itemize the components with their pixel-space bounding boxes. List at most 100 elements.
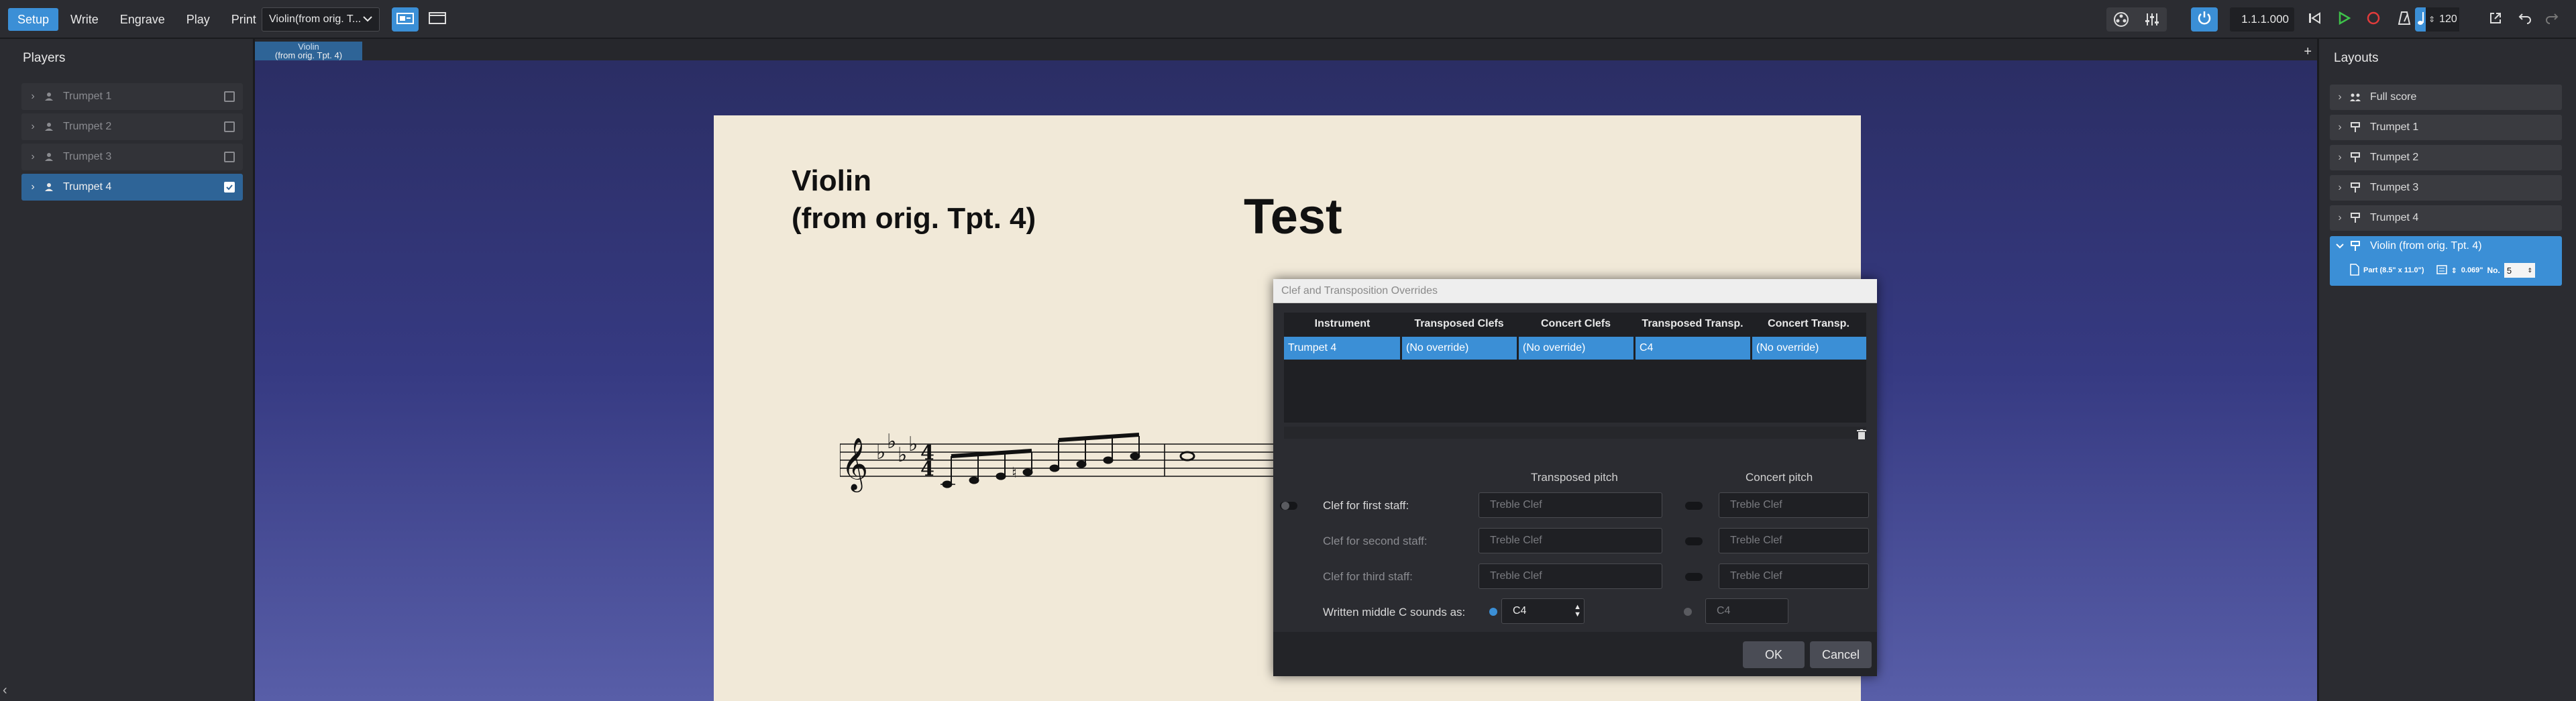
table-cell[interactable]: (No override) [1519, 337, 1635, 360]
chevron-right-icon[interactable]: › [25, 151, 40, 163]
time-signature: 44 [920, 441, 934, 481]
layout-row-trumpet-1[interactable]: › Trumpet 1 [2330, 115, 2562, 140]
layout-row-violin-expanded[interactable]: Violin (from orig. Tpt. 4) Part (8.5" x … [2330, 236, 2562, 286]
player-row-trumpet-4[interactable]: › Trumpet 4 [21, 174, 243, 201]
player-row-trumpet-1[interactable]: › Trumpet 1 [21, 83, 243, 110]
table-cell[interactable]: (No override) [1402, 337, 1519, 360]
table-cell[interactable]: C4 [1635, 337, 1752, 360]
person-icon [40, 152, 58, 162]
note-icon [2417, 11, 2425, 29]
mode-tab-engrave[interactable]: Engrave [111, 8, 174, 31]
clef-second-staff-concert-select[interactable]: Treble Clef [1719, 528, 1869, 553]
player-checkbox[interactable] [224, 152, 235, 162]
chevron-right-icon[interactable]: › [2332, 182, 2347, 194]
page-size-label: Part (8.5" x 11.0") [2363, 266, 2424, 274]
page-view-button[interactable] [424, 7, 451, 32]
clef-third-staff-concert-toggle[interactable] [1685, 573, 1703, 581]
chevron-right-icon[interactable]: › [25, 121, 40, 133]
rewind-button[interactable] [2301, 7, 2328, 32]
number-label: No. [2487, 266, 2500, 275]
part-layout-icon [2347, 122, 2363, 133]
middle-c-transposed-spinbox[interactable]: C4 ▲ ▼ [1501, 598, 1585, 624]
player-row-trumpet-3[interactable]: › Trumpet 3 [21, 144, 243, 170]
tempo-field[interactable]: ⇕ 120 [2426, 7, 2459, 32]
chevron-down-icon[interactable] [2332, 240, 2347, 252]
activate-project-button[interactable] [2191, 7, 2218, 32]
cancel-button[interactable]: Cancel [1810, 641, 1872, 668]
svg-text:♭: ♭ [898, 443, 907, 467]
popout-button[interactable] [2482, 7, 2509, 32]
trash-icon[interactable] [1857, 429, 1866, 443]
chevron-right-icon[interactable]: › [2332, 212, 2347, 224]
players-panel-title: Players [23, 51, 66, 65]
layout-number-value: 5 [2506, 265, 2512, 276]
collapse-left-panel-icon[interactable]: ‹ [3, 683, 7, 698]
tab-label-line2: (from orig. Tpt. 4) [274, 50, 343, 60]
clef-second-staff-concert-toggle[interactable] [1685, 537, 1703, 545]
mode-tab-setup[interactable]: Setup [8, 8, 59, 31]
power-icon [2196, 10, 2212, 30]
spinbox-arrows-icon[interactable]: ⇕ [2527, 267, 2532, 274]
layout-properties: Part (8.5" x 11.0") ⇕ 0.069" No. 5 ⇕ [2350, 263, 2535, 278]
svg-text:♭: ♭ [876, 441, 885, 464]
chevron-right-icon[interactable]: › [2332, 91, 2347, 103]
middle-c-concert-spinbox[interactable]: C4 [1705, 598, 1788, 624]
layout-number-spinbox[interactable]: 5 ⇕ [2504, 263, 2535, 278]
part-layout-icon [2347, 182, 2363, 193]
clef-second-staff-label: Clef for second staff: [1323, 535, 1428, 547]
layout-name: Trumpet 1 [2370, 121, 2419, 133]
layout-row-trumpet-3[interactable]: › Trumpet 3 [2330, 175, 2562, 201]
play-button[interactable] [2330, 7, 2357, 32]
record-button[interactable] [2360, 7, 2387, 32]
ok-button[interactable]: OK [1743, 641, 1805, 668]
clef-transposition-dialog: Clef and Transposition Overrides Instrum… [1273, 279, 1877, 676]
layout-row-trumpet-2[interactable]: › Trumpet 2 [2330, 145, 2562, 170]
spinbox-arrows-icon[interactable]: ▲ ▼ [1574, 604, 1581, 618]
mode-tabs: Setup Write Engrave Play Print [8, 8, 266, 31]
layout-row-trumpet-4[interactable]: › Trumpet 4 [2330, 205, 2562, 231]
clef-first-staff-transposed-select[interactable]: Treble Clef [1479, 492, 1662, 518]
add-tab-icon[interactable]: + [2304, 44, 2312, 60]
player-checkbox-checked[interactable] [224, 182, 235, 193]
mode-tab-play[interactable]: Play [177, 8, 219, 31]
layouts-panel-title: Layouts [2334, 51, 2379, 65]
clef-first-staff-concert-select[interactable]: Treble Clef [1719, 492, 1869, 518]
video-icon[interactable] [2108, 7, 2135, 32]
notes[interactable]: ♮ [941, 433, 1195, 488]
table-cell[interactable]: Trumpet 4 [1284, 337, 1402, 360]
clef-second-staff-transposed-select[interactable]: Treble Clef [1479, 528, 1662, 553]
middle-c-transposed-value: C4 [1513, 605, 1527, 616]
mode-tab-print[interactable]: Print [222, 8, 266, 31]
chevron-right-icon[interactable]: › [25, 181, 40, 193]
clef-third-staff-concert-select[interactable]: Treble Clef [1719, 563, 1869, 589]
mode-tab-write[interactable]: Write [61, 8, 108, 31]
music-staff[interactable]: 𝄞 ♭ ♭♭ ♭ 44 ♮ [840, 424, 1309, 498]
player-name: Trumpet 3 [63, 151, 112, 162]
layout-row-full-score[interactable]: › Full score [2330, 85, 2562, 110]
middle-c-concert-radio[interactable] [1684, 608, 1692, 616]
table-cell[interactable]: (No override) [1752, 337, 1866, 360]
person-icon [40, 182, 58, 192]
player-row-trumpet-2[interactable]: › Trumpet 2 [21, 113, 243, 140]
staff-stepper-icon: ⇕ [2451, 266, 2457, 275]
overrides-table[interactable]: Instrument Transposed Clefs Concert Clef… [1284, 313, 1866, 423]
chevron-right-icon[interactable]: › [25, 91, 40, 103]
layout-selector-value: Violin(from orig. T... [269, 13, 362, 25]
staff-size-icon [2436, 264, 2447, 276]
mixer-icon[interactable] [2139, 7, 2165, 32]
undo-button[interactable] [2512, 7, 2538, 32]
tab-violin-part[interactable]: Violin (from orig. Tpt. 4) [255, 42, 362, 60]
clef-first-staff-concert-toggle[interactable] [1685, 502, 1703, 510]
redo-button[interactable] [2538, 7, 2565, 32]
clef-third-staff-label: Clef for third staff: [1323, 570, 1413, 583]
player-checkbox[interactable] [224, 91, 235, 102]
dialog-title: Clef and Transposition Overrides [1273, 279, 1877, 303]
chevron-right-icon[interactable]: › [2332, 121, 2347, 133]
layout-selector[interactable]: Violin(from orig. T... [262, 7, 380, 32]
middle-c-transposed-radio[interactable] [1489, 608, 1497, 616]
clef-third-staff-transposed-select[interactable]: Treble Clef [1479, 563, 1662, 589]
metronome-button[interactable] [2391, 7, 2418, 32]
chevron-right-icon[interactable]: › [2332, 152, 2347, 164]
player-checkbox[interactable] [224, 121, 235, 132]
galley-view-button[interactable] [392, 7, 419, 32]
